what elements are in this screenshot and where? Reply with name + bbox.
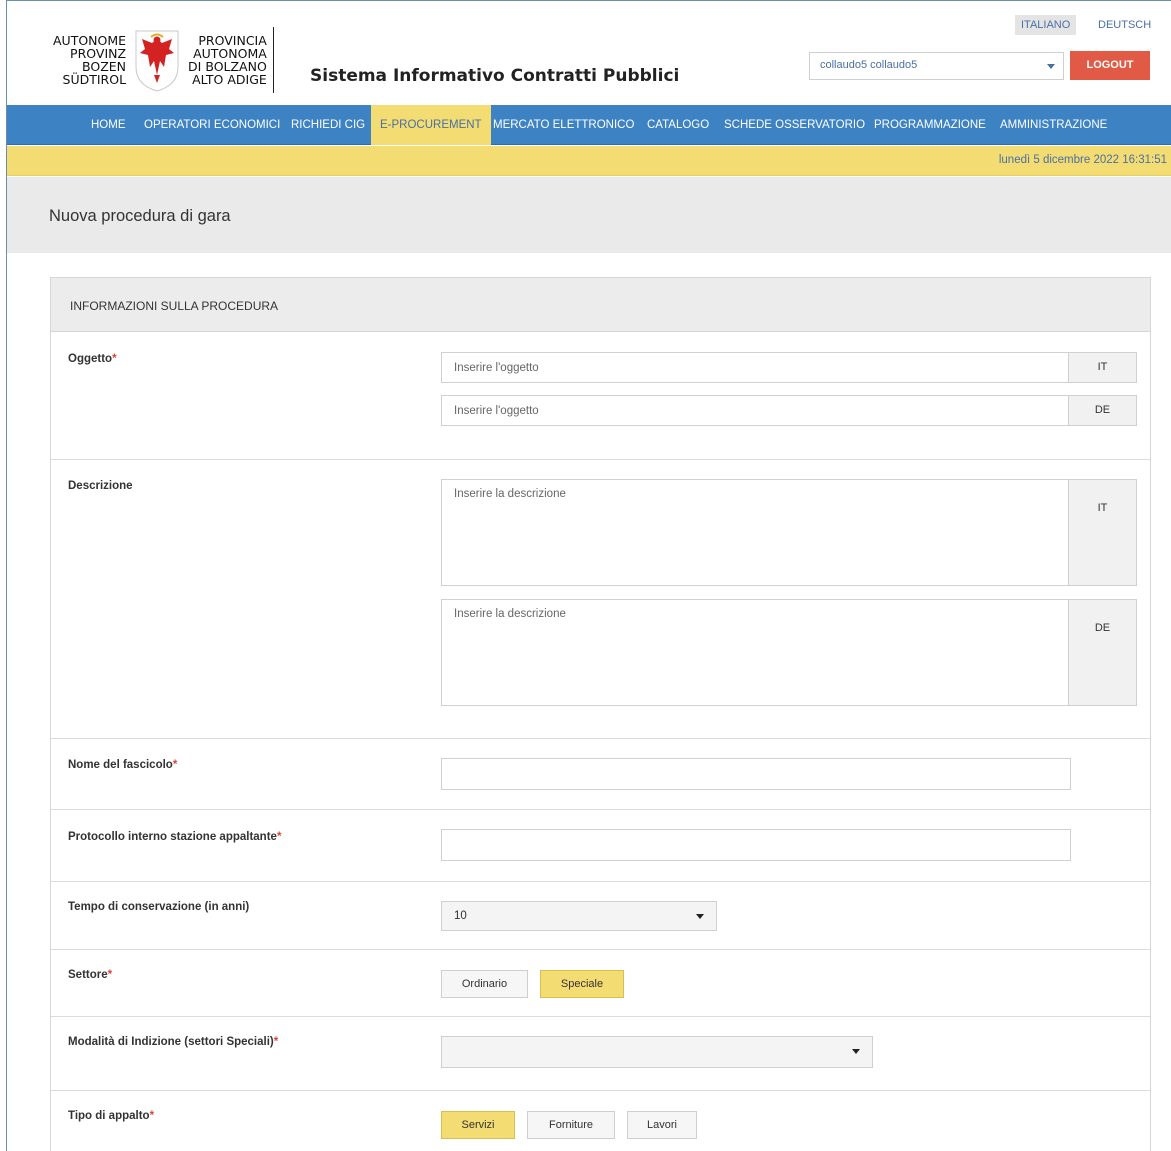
tipo-forniture-button[interactable]: Forniture (527, 1111, 615, 1139)
oggetto-de-input[interactable]: Inserire l'oggetto (442, 396, 1068, 425)
province-logo[interactable]: AUTONOME PROVINZ BOZEN SÜDTIROL PROVINCI… (53, 27, 282, 93)
settore-label: Settore* (68, 969, 112, 981)
required-asterisk: * (149, 1110, 155, 1122)
conservazione-select[interactable]: 10 (441, 901, 717, 931)
oggetto-it-input[interactable]: Inserire l'oggetto (442, 353, 1068, 382)
protocollo-label: Protocollo interno stazione appaltante* (68, 831, 281, 843)
page-title: Nuova procedura di gara (49, 207, 231, 225)
oggetto-de-addon: DE (1068, 396, 1136, 425)
user-dropdown[interactable]: collaudo5 collaudo5 (809, 52, 1064, 80)
caret-down-icon (696, 914, 704, 919)
date-bar: lunedì 5 dicembre 2022 16:31:51 (7, 146, 1171, 176)
language-german-link[interactable]: DEUTSCH (1092, 15, 1157, 35)
row-protocollo: Protocollo interno stazione appaltante* (51, 810, 1150, 882)
protocollo-input[interactable] (441, 829, 1071, 861)
settore-label-text: Settore (68, 969, 108, 981)
settore-speciale-button[interactable]: Speciale (540, 970, 624, 998)
nav-item-programmazione[interactable]: PROGRAMMAZIONE (865, 105, 995, 145)
conservazione-value: 10 (454, 910, 467, 922)
fascicolo-input[interactable] (441, 758, 1071, 790)
caret-down-icon (852, 1049, 860, 1054)
panel-title: INFORMAZIONI SULLA PROCEDURA (70, 299, 279, 313)
descrizione-de-group: Inserire la descrizione DE (441, 599, 1137, 706)
oggetto-it-group: Inserire l'oggetto IT (441, 352, 1137, 383)
oggetto-it-addon: IT (1068, 353, 1136, 382)
descrizione-it-addon: IT (1068, 480, 1136, 585)
descrizione-label: Descrizione (68, 480, 133, 492)
nav-item-mercato-elettronico[interactable]: MERCATO ELETTRONICO (484, 105, 643, 145)
language-italian-link[interactable]: ITALIANO (1015, 15, 1077, 35)
tipo-lavori-button[interactable]: Lavori (627, 1111, 697, 1139)
nav-item-schede-osservatorio[interactable]: SCHEDE OSSERVATORIO (715, 105, 874, 145)
row-fascicolo: Nome del fascicolo* (51, 739, 1150, 810)
oggetto-label: Oggetto* (68, 353, 117, 365)
settore-ordinario-button[interactable]: Ordinario (441, 970, 528, 998)
logo-line: ALTO ADIGE (192, 72, 267, 87)
required-asterisk: * (273, 1036, 279, 1048)
eagle-coat-of-arms-icon (135, 30, 179, 92)
protocollo-label-text: Protocollo interno stazione appaltante (68, 831, 277, 843)
panel-header: INFORMAZIONI SULLA PROCEDURA (51, 278, 1150, 332)
tipo-appalto-label-text: Tipo di appalto (68, 1110, 150, 1122)
modalita-select[interactable] (441, 1036, 873, 1068)
row-descrizione: Descrizione Inserire la descrizione IT I… (51, 460, 1150, 739)
row-conservazione: Tempo di conservazione (in anni) 10 (51, 882, 1150, 950)
logo-divider (272, 27, 274, 93)
nav-item-e-procurement[interactable]: E-PROCUREMENT (371, 105, 491, 145)
page-title-bar: Nuova procedura di gara (7, 177, 1171, 253)
tipo-appalto-label: Tipo di appalto* (68, 1110, 154, 1122)
app-title: Sistema Informativo Contratti Pubblici (310, 66, 680, 86)
nav-item-amministrazione[interactable]: AMMINISTRAZIONE (991, 105, 1116, 145)
nav-item-catalogo[interactable]: CATALOGO (638, 105, 718, 145)
oggetto-de-group: Inserire l'oggetto DE (441, 395, 1137, 426)
descrizione-de-addon: DE (1068, 600, 1136, 705)
browser-frame: AUTONOME PROVINZ BOZEN SÜDTIROL PROVINCI… (6, 0, 1171, 1151)
tipo-servizi-button[interactable]: Servizi (441, 1111, 515, 1139)
logo-text-italian: PROVINCIA AUTONOMA DI BOLZANO ALTO ADIGE (188, 34, 267, 86)
row-tipo-appalto: Tipo di appalto* Servizi Forniture Lavor… (51, 1091, 1150, 1151)
nav-item-operatori-economici[interactable]: OPERATORI ECONOMICI (135, 105, 289, 145)
nav-item-richiedi-cig[interactable]: RICHIEDI CIG (282, 105, 374, 145)
row-modalita: Modalità di Indizione (settori Speciali)… (51, 1017, 1150, 1091)
fascicolo-label-text: Nome del fascicolo (68, 759, 173, 771)
descrizione-it-group: Inserire la descrizione IT (441, 479, 1137, 586)
modalita-label-text: Modalità di Indizione (settori Speciali) (68, 1036, 274, 1048)
logo-line: SÜDTIROL (62, 72, 127, 87)
row-oggetto: Oggetto* Inserire l'oggetto IT Inserire … (51, 333, 1150, 460)
required-asterisk: * (276, 831, 282, 843)
required-asterisk: * (112, 353, 117, 365)
required-asterisk: * (107, 969, 113, 981)
user-name: collaudo5 collaudo5 (820, 59, 918, 71)
descrizione-it-textarea[interactable]: Inserire la descrizione (442, 480, 1068, 585)
main-navigation: HOME OPERATORI ECONOMICI RICHIEDI CIG E-… (7, 105, 1171, 145)
logo-text-german: AUTONOME PROVINZ BOZEN SÜDTIROL (53, 34, 126, 86)
descrizione-de-textarea[interactable]: Inserire la descrizione (442, 600, 1068, 705)
required-asterisk: * (172, 759, 178, 771)
chevron-down-icon (1047, 64, 1055, 69)
logout-button[interactable]: LOGOUT (1070, 51, 1150, 80)
row-settore: Settore* Ordinario Speciale (51, 950, 1150, 1017)
fascicolo-label: Nome del fascicolo* (68, 759, 177, 771)
modalita-label: Modalità di Indizione (settori Speciali)… (68, 1036, 278, 1048)
header: AUTONOME PROVINZ BOZEN SÜDTIROL PROVINCI… (7, 1, 1171, 105)
current-datetime: lunedì 5 dicembre 2022 16:31:51 (998, 154, 1167, 166)
oggetto-label-text: Oggetto (68, 353, 113, 365)
procedure-info-panel: INFORMAZIONI SULLA PROCEDURA Oggetto* In… (50, 277, 1151, 1151)
conservazione-label: Tempo di conservazione (in anni) (68, 901, 250, 913)
nav-item-home[interactable]: HOME (82, 105, 135, 145)
